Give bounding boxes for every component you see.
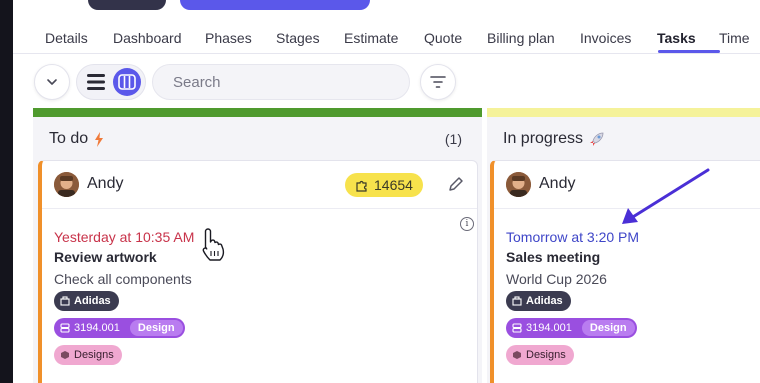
collapse-button[interactable] (34, 64, 70, 100)
due-date: Tomorrow at 3:20 PM (506, 229, 640, 245)
puzzle-icon (356, 180, 367, 192)
column-color-bar (33, 108, 482, 117)
avatar (54, 172, 79, 197)
lightning-icon (95, 131, 104, 147)
project-tag: Design (581, 320, 635, 336)
annotation-arrow-icon (622, 168, 710, 224)
tab-billing-plan[interactable]: Billing plan (487, 30, 555, 46)
card-header: Andy 14654 (42, 161, 477, 209)
client-chip[interactable]: Adidas (54, 291, 119, 311)
avatar (506, 172, 531, 197)
list-view-icon (87, 74, 105, 90)
pencil-icon[interactable] (446, 174, 466, 194)
filter-icon (430, 76, 446, 88)
category-icon (61, 351, 69, 359)
category-name: Designs (526, 349, 566, 361)
task-card[interactable]: Andy 14654 i Yesterday at 10:35 AM Revie… (38, 160, 478, 383)
task-subtitle: World Cup 2026 (506, 271, 607, 287)
due-date: Yesterday at 10:35 AM (54, 229, 195, 245)
category-icon (513, 351, 521, 359)
tab-bar: Details Dashboard Phases Stages Estimate… (13, 0, 760, 54)
hand-cursor-icon (202, 228, 225, 261)
column-title: In progress (503, 130, 584, 147)
project-icon (512, 323, 522, 333)
column-header: To do (49, 130, 104, 148)
tab-time[interactable]: Time (719, 30, 750, 46)
task-id-badge[interactable]: 14654 (345, 173, 423, 197)
category-name: Designs (74, 349, 114, 361)
board-view-button[interactable] (113, 68, 141, 96)
task-subtitle: Check all components (54, 271, 192, 287)
active-tab-indicator (658, 50, 720, 53)
column-color-bar (487, 108, 760, 117)
task-title: Sales meeting (506, 249, 601, 265)
column-todo: To do (1) Andy 14654 i Yesterday at 10:3… (33, 108, 482, 383)
category-chip[interactable]: Designs (54, 345, 122, 365)
column-header: In progress (503, 130, 605, 148)
rocket-icon (590, 132, 604, 146)
client-name: Adidas (74, 295, 111, 307)
task-id: 14654 (374, 177, 413, 193)
tab-tasks[interactable]: Tasks (657, 30, 696, 46)
building-icon (512, 296, 522, 306)
task-title: Review artwork (54, 249, 157, 265)
project-chip[interactable]: 3194.001 Design (54, 318, 185, 338)
column-title: To do (49, 130, 89, 147)
filter-button[interactable] (420, 64, 456, 100)
search-input[interactable] (173, 73, 393, 91)
task-toolbar (0, 54, 760, 108)
column-count: (1) (444, 131, 462, 147)
task-owner: Andy (87, 175, 124, 192)
column-in-progress: In progress Andy Tomorrow at 3:20 PM Sal… (487, 108, 760, 383)
tab-quote[interactable]: Quote (424, 30, 462, 46)
info-icon[interactable]: i (460, 217, 474, 231)
task-owner: Andy (539, 175, 576, 192)
board-view-icon (118, 74, 136, 90)
project-tag: Design (129, 320, 183, 336)
project-chip[interactable]: 3194.001 Design (506, 318, 637, 338)
building-icon (60, 296, 70, 306)
tab-invoices[interactable]: Invoices (580, 30, 631, 46)
tab-estimate[interactable]: Estimate (344, 30, 398, 46)
tab-details[interactable]: Details (45, 30, 88, 46)
tab-dashboard[interactable]: Dashboard (113, 30, 182, 46)
project-icon (60, 323, 70, 333)
list-view-button[interactable] (83, 69, 109, 95)
client-name: Adidas (526, 295, 563, 307)
category-chip[interactable]: Designs (506, 345, 574, 365)
tab-stages[interactable]: Stages (276, 30, 320, 46)
chevron-down-icon (47, 79, 57, 85)
tab-phases[interactable]: Phases (205, 30, 252, 46)
project-number: 3194.001 (526, 322, 572, 334)
project-number: 3194.001 (74, 322, 120, 334)
search-box (152, 64, 410, 100)
view-toggle (76, 64, 146, 100)
client-chip[interactable]: Adidas (506, 291, 571, 311)
